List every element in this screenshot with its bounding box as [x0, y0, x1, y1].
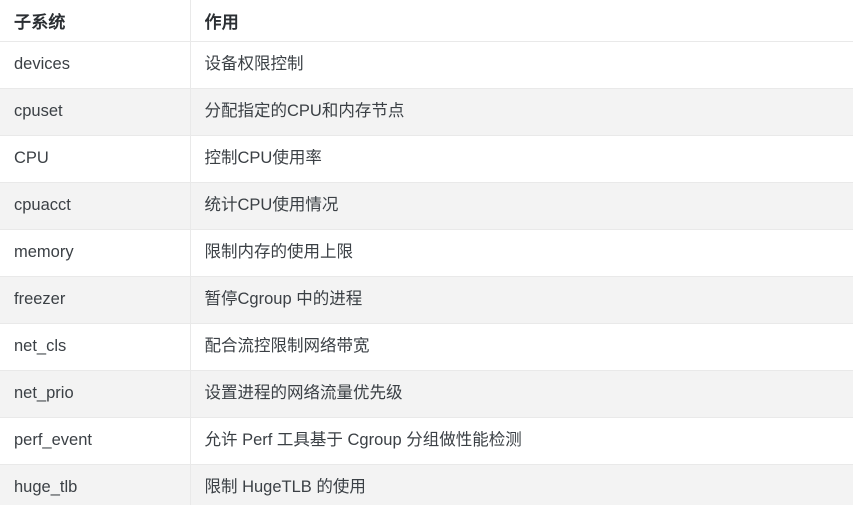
- cell-subsystem-text: net_prio: [14, 383, 74, 402]
- cell-subsystem: cpuset: [0, 88, 191, 136]
- cell-subsystem: cpuacct: [0, 182, 191, 230]
- table-row: freezer 暂停Cgroup 中的进程: [0, 276, 853, 324]
- cell-subsystem: devices: [0, 41, 191, 89]
- cell-function: 设置进程的网络流量优先级: [190, 370, 853, 418]
- cell-subsystem-text: memory: [14, 242, 74, 261]
- cell-function-text: 配合流控限制网络带宽: [204, 336, 370, 355]
- cell-function: 限制 HugeTLB 的使用: [190, 464, 853, 505]
- table-row: memory 限制内存的使用上限: [0, 229, 853, 277]
- table-container: 子系统 作用 devices 设备权限控制 cpuset 分配指定的CPU和内存节点 C…: [0, 0, 853, 505]
- cell-function: 允许 Perf 工具基于 Cgroup 分组做性能检测: [190, 417, 853, 465]
- column-header-subsystem: 子系统: [0, 0, 191, 42]
- cell-function-text: 允许 Perf 工具基于 Cgroup 分组做性能检测: [204, 430, 522, 449]
- cell-function-text: 暂停Cgroup 中的进程: [204, 289, 363, 308]
- cell-function: 设备权限控制: [190, 41, 853, 89]
- cell-subsystem-text: CPU: [14, 148, 49, 167]
- table-row: perf_event 允许 Perf 工具基于 Cgroup 分组做性能检测: [0, 417, 853, 465]
- table-row: devices 设备权限控制: [0, 41, 853, 89]
- column-header-function-label: 作用: [204, 12, 239, 32]
- cell-function: 控制CPU使用率: [190, 135, 853, 183]
- cell-subsystem-text: cpuacct: [14, 195, 71, 214]
- table-row: net_prio 设置进程的网络流量优先级: [0, 370, 853, 418]
- cell-subsystem-text: freezer: [14, 289, 66, 308]
- cell-subsystem-text: huge_tlb: [14, 477, 78, 496]
- cell-subsystem: net_cls: [0, 323, 191, 371]
- column-header-subsystem-label: 子系统: [14, 12, 66, 32]
- cell-function: 配合流控限制网络带宽: [190, 323, 853, 371]
- cell-function-text: 设备权限控制: [204, 54, 304, 73]
- table-header: 子系统 作用: [0, 0, 853, 42]
- table-row: cpuacct 统计CPU使用情况: [0, 182, 853, 230]
- cell-subsystem: huge_tlb: [0, 464, 191, 505]
- table-row: cpuset 分配指定的CPU和内存节点: [0, 88, 853, 136]
- cell-function-text: 统计CPU使用情况: [204, 195, 339, 214]
- cell-function-text: 限制 HugeTLB 的使用: [204, 477, 366, 496]
- cgroup-subsystem-table: 子系统 作用 devices 设备权限控制 cpuset 分配指定的CPU和内存节点 C…: [0, 0, 853, 505]
- table-row: net_cls 配合流控限制网络带宽: [0, 323, 853, 371]
- column-header-function: 作用: [190, 0, 853, 42]
- cell-function-text: 限制内存的使用上限: [204, 242, 354, 261]
- cell-subsystem: memory: [0, 229, 191, 277]
- cell-function: 统计CPU使用情况: [190, 182, 853, 230]
- cell-function: 分配指定的CPU和内存节点: [190, 88, 853, 136]
- cell-function-text: 控制CPU使用率: [204, 148, 322, 167]
- cell-subsystem-text: devices: [14, 54, 70, 73]
- cell-subsystem: freezer: [0, 276, 191, 324]
- cell-function: 暂停Cgroup 中的进程: [190, 276, 853, 324]
- cell-subsystem: CPU: [0, 135, 191, 183]
- table-body: devices 设备权限控制 cpuset 分配指定的CPU和内存节点 CPU 控制CPU…: [0, 41, 853, 505]
- cell-function-text: 设置进程的网络流量优先级: [204, 383, 403, 402]
- table-row: huge_tlb 限制 HugeTLB 的使用: [0, 464, 853, 505]
- table-row: CPU 控制CPU使用率: [0, 135, 853, 183]
- cell-subsystem-text: net_cls: [14, 336, 67, 355]
- table-header-row: 子系统 作用: [0, 0, 853, 42]
- cell-function: 限制内存的使用上限: [190, 229, 853, 277]
- cell-subsystem: perf_event: [0, 417, 191, 465]
- cell-subsystem-text: cpuset: [14, 101, 63, 120]
- cell-function-text: 分配指定的CPU和内存节点: [204, 101, 405, 120]
- cell-subsystem-text: perf_event: [14, 430, 92, 449]
- cell-subsystem: net_prio: [0, 370, 191, 418]
